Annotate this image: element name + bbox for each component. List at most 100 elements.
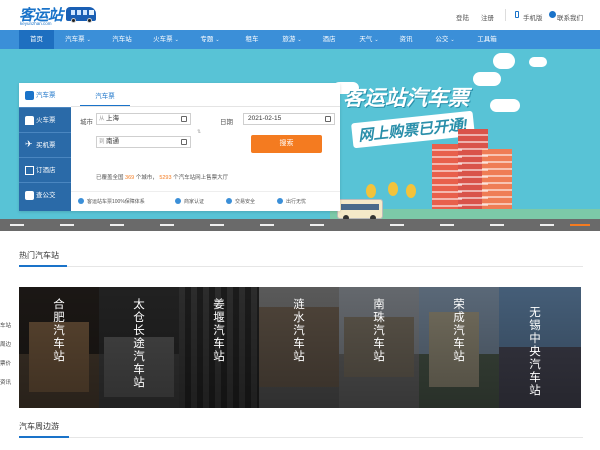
nav-label: 酒店 (322, 36, 336, 43)
to-prefix: 到 (99, 139, 105, 145)
chevron-down-icon: ⌄ (450, 37, 455, 43)
hot-stations-grid: 合肥汽车站 太仓长途汽车站 姜堰汽车站 涟水汽车站 南珠汽车站 荣成汽车站 无锡… (19, 287, 581, 408)
side-tabs: 汽车票 火车票 ✈ 买机票 订酒店 查公交 (19, 83, 71, 211)
nav-transit[interactable]: 公交 ⌄ (428, 30, 462, 49)
road-stripe (440, 224, 454, 226)
mobile-link[interactable]: 手机版 (523, 12, 543, 22)
float-menu-news[interactable]: 资讯 (0, 378, 11, 386)
bus-logo-icon (66, 7, 96, 23)
contact-icon (549, 11, 556, 18)
bus-illustration (337, 199, 383, 221)
guarantee-bar: 客运站车票100%保障体系 商家认证 交易安全 出行无忧 (71, 191, 340, 212)
login-link[interactable]: 登陆 (456, 12, 469, 22)
nav-toolbox[interactable]: 工具箱 (470, 30, 504, 49)
side-tab-train-tickets[interactable]: 火车票 (19, 108, 71, 133)
search-button[interactable]: 搜索 (251, 135, 322, 153)
station-card-taicang[interactable]: 太仓长途汽车站 (99, 287, 179, 408)
banner-subslogan: 网上购票已开通! (351, 110, 475, 149)
nav-news[interactable]: 资讯 (392, 30, 420, 49)
date-input[interactable]: 2021-02-15 (243, 113, 335, 125)
swap-icon[interactable]: ⇅ (197, 129, 201, 135)
divider (19, 266, 583, 267)
nav-travel[interactable]: 旅游 ⌄ (275, 30, 309, 49)
side-tab-hotels[interactable]: 订酒店 (19, 158, 71, 183)
form-tab-bus-tickets[interactable]: 汽车票 (80, 89, 130, 107)
station-card-nanzhu[interactable]: 南珠汽车站 (339, 287, 419, 408)
road-stripe (160, 224, 174, 226)
plane-icon: ✈ (25, 139, 33, 149)
side-tab-label: 订酒店 (36, 167, 56, 174)
road-stripe (10, 224, 24, 226)
road-stripe (490, 224, 504, 226)
station-card-rongcheng[interactable]: 荣成汽车站 (419, 287, 499, 408)
site-logo[interactable]: 客运站 keyunzhan.com (19, 4, 99, 28)
nav-train-tickets[interactable]: 火车票 ⌄ (145, 30, 187, 49)
float-menu-fares[interactable]: 票价 (0, 359, 11, 367)
side-tab-bus-tickets[interactable]: 汽车票 (19, 83, 71, 108)
stat-text: 个汽车站网上售票大厅 (173, 175, 229, 181)
nav-label: 火车票 (153, 36, 173, 43)
nav-bus-tickets[interactable]: 汽车票 ⌄ (56, 30, 100, 49)
contact-link[interactable]: 联系我们 (557, 12, 583, 22)
chevron-down-icon: ⌄ (86, 37, 91, 43)
cloud-decoration (473, 72, 501, 86)
nav-label: 公交 (435, 36, 449, 43)
nav-bus-stations[interactable]: 汽车站 (103, 30, 141, 49)
station-card-hefei[interactable]: 合肥汽车站 (19, 287, 99, 408)
chevron-down-icon: ⌄ (215, 37, 220, 43)
side-tab-flights[interactable]: ✈ 买机票 (19, 133, 71, 158)
section-underline (19, 265, 67, 267)
nav-home[interactable]: 首页 (19, 30, 54, 49)
train-icon (25, 116, 34, 125)
station-name: 合肥汽车站 (53, 299, 65, 363)
nav-weather[interactable]: 天气 ⌄ (352, 30, 386, 49)
nav-topics[interactable]: 专题 ⌄ (193, 30, 227, 49)
station-name: 南珠汽车站 (373, 299, 385, 363)
to-city-value: 南通 (106, 138, 119, 145)
stat-text: 个城市， (135, 175, 158, 181)
from-prefix: 从 (99, 116, 105, 122)
side-tab-label: 汽车票 (36, 92, 56, 99)
feature-label: 出行无忧 (286, 199, 307, 205)
station-name: 太仓长途汽车站 (133, 299, 145, 389)
nav-car-rental[interactable]: 租车 (238, 30, 266, 49)
float-menu-stations[interactable]: 车站 (0, 321, 11, 329)
coverage-stat: 已覆盖全国 369 个城市， 5293 个汽车站网上售票大厅 (96, 173, 228, 181)
nav-label: 租车 (245, 36, 259, 43)
divider (505, 9, 506, 21)
side-tab-label: 买机票 (36, 142, 56, 149)
transit-bus-icon (25, 191, 34, 200)
cloud-decoration (490, 99, 520, 112)
station-card-jiangyan[interactable]: 姜堰汽车站 (179, 287, 259, 408)
chevron-down-icon: ⌄ (297, 37, 302, 43)
side-tab-label: 查公交 (36, 192, 56, 199)
nav-label: 首页 (30, 36, 43, 43)
road-stripe (390, 224, 404, 226)
nav-label: 天气 (359, 36, 373, 43)
road-stripe (540, 224, 554, 226)
cloud-decoration (493, 53, 515, 69)
to-city-input[interactable]: 到 南通 (96, 136, 191, 148)
feature-label: 商家认证 (184, 199, 205, 205)
station-card-wuxi[interactable]: 无锡中央汽车站 (499, 287, 581, 408)
booking-panel: 汽车票 火车票 ✈ 买机票 订酒店 查公交 汽车票 城市 从 上海 ⇅ 到 南通… (19, 83, 340, 211)
station-name: 涟水汽车站 (293, 299, 305, 363)
nav-label: 汽车站 (112, 36, 132, 43)
road-stripe (260, 224, 274, 226)
float-menu-nearby[interactable]: 周边 (0, 340, 11, 348)
station-name: 无锡中央汽车站 (529, 307, 541, 397)
register-link[interactable]: 注册 (481, 12, 494, 22)
date-value: 2021-02-15 (248, 115, 282, 122)
nav-label: 资讯 (399, 36, 413, 43)
road-stripe (210, 224, 224, 226)
station-count: 5293 (159, 175, 172, 181)
nav-hotels[interactable]: 酒店 (315, 30, 343, 49)
from-city-input[interactable]: 从 上海 (96, 113, 191, 125)
station-card-lianshui[interactable]: 涟水汽车站 (259, 287, 339, 408)
verified-icon (175, 198, 181, 204)
building-icon (181, 116, 187, 122)
side-tab-transit[interactable]: 查公交 (19, 183, 71, 208)
calendar-icon (325, 116, 331, 122)
road-stripe (60, 224, 74, 226)
tour-section-title: 汽车周边游 (19, 422, 59, 431)
